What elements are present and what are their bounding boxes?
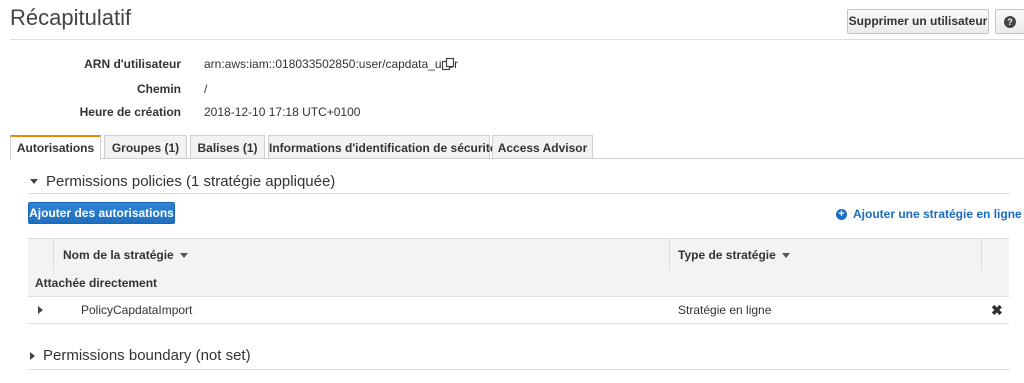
- permissions-boundary-title: Permissions boundary (not set): [43, 347, 251, 364]
- section-divider: [28, 193, 1010, 194]
- copy-icon[interactable]: [441, 57, 455, 71]
- th-sep-1: [53, 239, 54, 271]
- policy-name[interactable]: PolicyCapdataImport: [81, 297, 192, 323]
- column-policy-name-label: Nom de la stratégie: [63, 248, 174, 262]
- sort-caret-icon: [781, 253, 790, 259]
- arn-value: arn:aws:iam::018033502850:user/capdata_u…: [204, 57, 459, 71]
- sort-caret-icon: [179, 253, 188, 259]
- permissions-boundary-header[interactable]: Permissions boundary (not set): [30, 347, 251, 364]
- permissions-policies-header[interactable]: Permissions policies (1 stratégie appliq…: [30, 173, 335, 190]
- tab-groups[interactable]: Groupes (1): [104, 135, 187, 159]
- creation-time-value: 2018-12-10 17:18 UTC+0100: [204, 105, 361, 119]
- plus-circle-icon: +: [836, 208, 847, 220]
- expand-row-icon[interactable]: [38, 306, 43, 314]
- tab-security-credentials[interactable]: Informations d'identification de sécurit…: [268, 135, 497, 159]
- help-button[interactable]: ?: [995, 9, 1024, 34]
- remove-policy-icon[interactable]: ✖: [991, 297, 1003, 323]
- permissions-policies-title: Permissions policies (1 stratégie appliq…: [46, 173, 336, 190]
- policies-table-header: Nom de la stratégie Type de stratégie: [28, 238, 1009, 272]
- delete-user-button[interactable]: Supprimer un utilisateur: [847, 9, 989, 34]
- policy-type: Stratégie en ligne: [678, 303, 772, 317]
- column-policy-type[interactable]: Type de stratégie: [678, 239, 790, 271]
- table-row: PolicyCapdataImport Stratégie en ligne ✖: [28, 297, 1009, 324]
- caret-down-icon: [30, 179, 38, 184]
- tab-tags[interactable]: Balises (1): [190, 135, 265, 159]
- th-sep-3: [981, 239, 982, 271]
- add-inline-policy-label: Ajouter une stratégie en ligne: [853, 207, 1022, 221]
- column-policy-type-label: Type de stratégie: [678, 248, 776, 262]
- add-permissions-button[interactable]: Ajouter des autorisations: [28, 202, 175, 224]
- th-sep-2: [669, 239, 670, 271]
- arn-label: ARN d'utilisateur: [84, 57, 181, 71]
- help-icon: ?: [1004, 15, 1016, 28]
- page-title: Récapitulatif: [10, 5, 132, 30]
- tab-permissions[interactable]: Autorisations: [10, 135, 101, 160]
- tabs-underline: [10, 158, 1024, 159]
- column-policy-name[interactable]: Nom de la stratégie: [63, 239, 188, 271]
- path-value: /: [204, 82, 208, 96]
- creation-time-label: Heure de création: [79, 105, 181, 119]
- path-label: Chemin: [136, 82, 181, 96]
- group-label: Attachée directement: [35, 276, 158, 290]
- section-divider: [28, 369, 1010, 370]
- add-inline-policy-link[interactable]: + Ajouter une stratégie en ligne: [836, 207, 1022, 221]
- group-row: Attachée directement: [28, 271, 1009, 297]
- caret-right-icon: [30, 351, 35, 360]
- header-divider: [10, 39, 1024, 40]
- tab-access-advisor[interactable]: Access Advisor: [492, 135, 593, 159]
